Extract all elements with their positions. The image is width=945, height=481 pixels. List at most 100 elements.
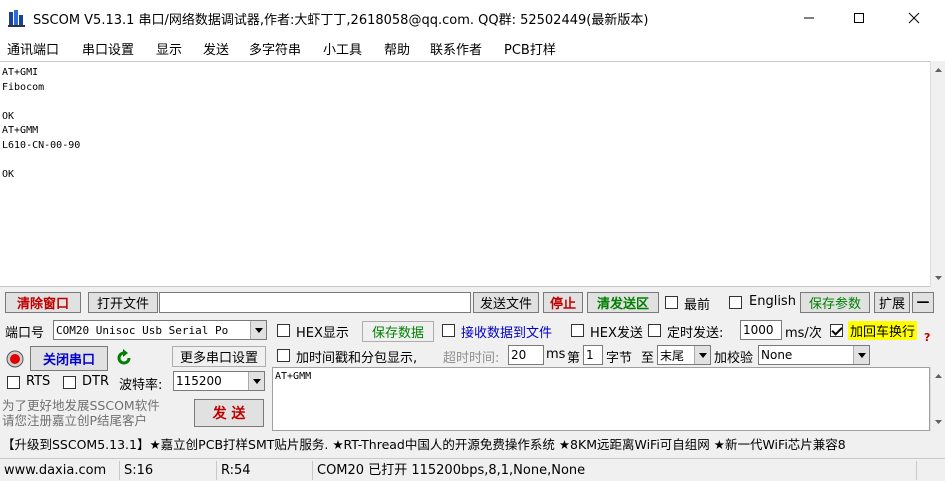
receive-text-area[interactable]: AT+GMI Fibocom OK AT+GMM L610-CN-00-90 O… xyxy=(0,61,930,287)
chevron-down-icon xyxy=(853,346,869,364)
promo-line-1: 为了更好地发展SSCOM软件 xyxy=(2,398,160,413)
baud-select[interactable]: 115200 xyxy=(173,371,265,391)
timed-send-label: 定时发送: xyxy=(667,326,724,341)
open-file-button[interactable]: 打开文件 xyxy=(88,292,158,313)
save-params-label: 保存参数 xyxy=(808,297,861,312)
send-file-button[interactable]: 发送文件 xyxy=(473,292,539,313)
checksum-label: 加校验 xyxy=(714,351,754,366)
end-value: 末尾 xyxy=(660,348,685,363)
window-title: SSCOM V5.13.1 串口/网络数据调试器,作者:大虾丁丁,2618058… xyxy=(33,13,649,28)
send-button-label: 发 送 xyxy=(212,406,246,422)
minimize-icon xyxy=(804,17,814,19)
port-value: COM20 Unisoc Usb Serial Po xyxy=(56,323,229,337)
menu-send[interactable]: 发送 xyxy=(203,39,229,58)
minimize-button[interactable] xyxy=(786,0,832,36)
scroll-down-icon xyxy=(935,276,942,280)
checksum-value: None xyxy=(761,348,793,362)
port-select[interactable]: COM20 Unisoc Usb Serial Po xyxy=(53,320,267,340)
receive-scrollbar[interactable] xyxy=(930,61,945,287)
maximize-icon xyxy=(854,13,864,23)
status-website[interactable]: www.daxia.com xyxy=(0,461,106,480)
file-path-input[interactable] xyxy=(159,292,471,313)
menu-tools[interactable]: 小工具 xyxy=(323,39,362,58)
open-file-label: 打开文件 xyxy=(96,297,149,312)
save-data-label: 保存数据 xyxy=(371,326,424,341)
add-timestamp-label: 加时间戳和分包显示, xyxy=(296,351,418,366)
add-crlf-label: 加回车换行 xyxy=(848,321,918,340)
menu-help[interactable]: 帮助 xyxy=(384,39,410,58)
clear-window-label: 清除窗口 xyxy=(16,297,69,312)
end-select[interactable]: 末尾 xyxy=(657,345,711,365)
close-port-button[interactable]: 关闭串口 xyxy=(30,346,108,371)
english-checkbox[interactable] xyxy=(729,296,742,309)
title-bar: SSCOM V5.13.1 串口/网络数据调试器,作者:大虾丁丁,2618058… xyxy=(0,0,945,36)
refresh-icon[interactable] xyxy=(114,348,134,368)
more-settings-label: 更多串口设置 xyxy=(179,351,258,366)
hex-send-checkbox[interactable] xyxy=(571,324,584,337)
add-timestamp-checkbox[interactable] xyxy=(277,349,290,362)
hex-send-label: HEX发送 xyxy=(590,326,643,341)
rts-label: RTS xyxy=(26,374,51,389)
baud-value: 115200 xyxy=(176,374,222,388)
close-button[interactable] xyxy=(891,0,937,36)
hex-display-checkbox[interactable] xyxy=(277,324,290,337)
timeout-input[interactable]: 20 xyxy=(508,345,544,365)
expand-label: 扩展 xyxy=(878,297,905,312)
save-data-button[interactable]: 保存数据 xyxy=(362,321,434,342)
collapse-button[interactable]: — xyxy=(912,292,934,313)
promo-text[interactable]: 为了更好地发展SSCOM软件 请您注册嘉立创P结尾客户 xyxy=(2,398,160,428)
send-text: AT+GMM xyxy=(275,371,312,382)
byte-label: 字节 xyxy=(606,351,633,366)
menu-display[interactable]: 显示 xyxy=(156,39,182,58)
news-ticker[interactable]: 【升级到SSCOM5.13.1】★嘉立创PCB打样SMT贴片服务. ★RT-Th… xyxy=(0,434,945,456)
chevron-down-icon xyxy=(248,372,264,390)
expand-button[interactable]: 扩展 xyxy=(874,292,910,313)
menu-contact-author[interactable]: 联系作者 xyxy=(430,39,482,58)
chevron-down-icon xyxy=(250,321,266,339)
menu-multi-string[interactable]: 多字符串 xyxy=(249,39,301,58)
help-icon[interactable]: ? xyxy=(924,331,930,344)
to-label: 至 xyxy=(641,351,655,366)
rts-checkbox[interactable] xyxy=(7,376,20,389)
status-port-state: COM20 已打开 115200bps,8,1,None,None xyxy=(312,461,585,480)
send-button[interactable]: 发 送 xyxy=(194,399,264,427)
add-crlf-checkbox[interactable] xyxy=(830,324,843,337)
clear-send-button[interactable]: 清发送区 xyxy=(587,292,659,313)
timeout-unit-label: ms xyxy=(546,347,566,362)
timed-send-checkbox[interactable] xyxy=(648,324,661,337)
interval-unit-label: ms/次 xyxy=(785,326,822,341)
send-text-area[interactable]: AT+GMM xyxy=(272,367,930,431)
recv-to-file-label[interactable]: 接收数据到文件 xyxy=(461,322,552,341)
menu-bar: 通讯端口 串口设置 显示 发送 多字符串 小工具 帮助 联系作者 PCB打样 xyxy=(0,36,945,61)
port-label: 端口号 xyxy=(5,326,45,341)
nth-label: 第 xyxy=(567,351,581,366)
close-icon xyxy=(908,12,920,24)
interval-input[interactable]: 1000 xyxy=(740,320,782,340)
dtr-label: DTR xyxy=(82,374,109,389)
scroll-down-icon xyxy=(935,420,942,424)
menu-serial-settings[interactable]: 串口设置 xyxy=(82,39,134,58)
checksum-select[interactable]: None xyxy=(758,345,870,365)
scroll-up-icon xyxy=(935,374,942,378)
menu-comm-port[interactable]: 通讯端口 xyxy=(7,39,59,58)
topmost-checkbox[interactable] xyxy=(665,296,678,309)
more-settings-button[interactable]: 更多串口设置 xyxy=(172,346,266,367)
clear-window-button[interactable]: 清除窗口 xyxy=(5,292,81,313)
stop-button[interactable]: 停止 xyxy=(543,292,583,313)
status-sent-count: S:16 xyxy=(119,461,153,480)
menu-pcb[interactable]: PCB打样 xyxy=(504,39,556,58)
status-received-count: R:54 xyxy=(216,461,251,480)
hex-display-label: HEX显示 xyxy=(296,326,349,341)
save-params-button[interactable]: 保存参数 xyxy=(800,292,870,313)
nth-byte-input[interactable]: 1 xyxy=(583,345,603,365)
send-file-label: 发送文件 xyxy=(479,297,532,312)
promo-line-2: 请您注册嘉立创P结尾客户 xyxy=(2,413,148,428)
port-status-led-icon xyxy=(6,350,24,368)
timeout-label: 超时时间: xyxy=(443,351,500,366)
close-port-label: 关闭串口 xyxy=(42,353,95,368)
send-scrollbar[interactable] xyxy=(930,367,945,431)
maximize-button[interactable] xyxy=(836,0,882,36)
topmost-label: 最前 xyxy=(684,298,711,313)
dtr-checkbox[interactable] xyxy=(63,376,76,389)
recv-to-file-checkbox[interactable] xyxy=(442,324,455,337)
